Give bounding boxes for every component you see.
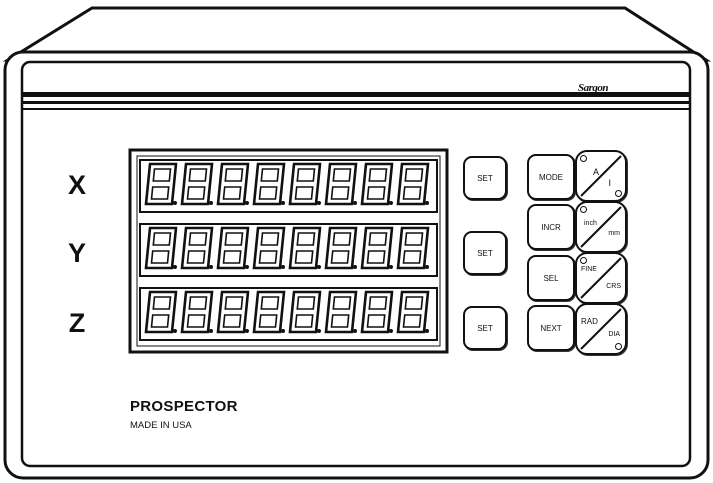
fine-crs-toggle[interactable]: FINE CRS — [575, 252, 627, 304]
mm-label: mm — [608, 230, 620, 237]
mode-button[interactable]: MODE — [527, 154, 575, 200]
model-name: PROSPECTOR — [130, 398, 238, 415]
set-y-button[interactable]: SET — [463, 231, 507, 275]
maker-logo: Sargon — [578, 82, 609, 94]
next-label: NEXT — [540, 323, 562, 333]
abs-label: A — [593, 167, 600, 177]
crs-label: CRS — [606, 283, 621, 290]
inch-label: inch — [584, 220, 597, 227]
set-z-button[interactable]: SET — [463, 306, 507, 350]
set-x-button[interactable]: SET — [463, 156, 507, 200]
inc-label: I — [608, 178, 611, 188]
dia-label: DIA — [608, 331, 620, 338]
incr-button[interactable]: INCR — [527, 204, 575, 250]
axis-label-y: Y — [67, 238, 86, 268]
abs-inc-toggle[interactable]: A I — [575, 150, 627, 202]
led-indicator — [580, 155, 587, 162]
sel-label: SEL — [543, 273, 559, 283]
mode-label: MODE — [539, 172, 563, 182]
led-indicator — [580, 206, 587, 213]
rad-label: RAD — [581, 317, 598, 326]
next-button[interactable]: NEXT — [527, 305, 575, 351]
led-indicator — [580, 257, 587, 264]
axis-label-z: Z — [68, 308, 86, 338]
led-indicator — [615, 190, 622, 197]
sel-button[interactable]: SEL — [527, 255, 575, 301]
rad-dia-toggle[interactable]: RAD DIA — [575, 303, 627, 355]
set-y-label: SET — [477, 248, 493, 258]
set-x-label: SET — [477, 173, 493, 183]
incr-label: INCR — [541, 222, 561, 232]
inch-mm-toggle[interactable]: inch mm — [575, 201, 627, 253]
made-in-label: MADE IN USA — [130, 420, 192, 431]
fine-label: FINE — [581, 266, 597, 273]
led-indicator — [615, 343, 622, 350]
axis-label-x: X — [67, 170, 86, 200]
set-z-label: SET — [477, 323, 493, 333]
